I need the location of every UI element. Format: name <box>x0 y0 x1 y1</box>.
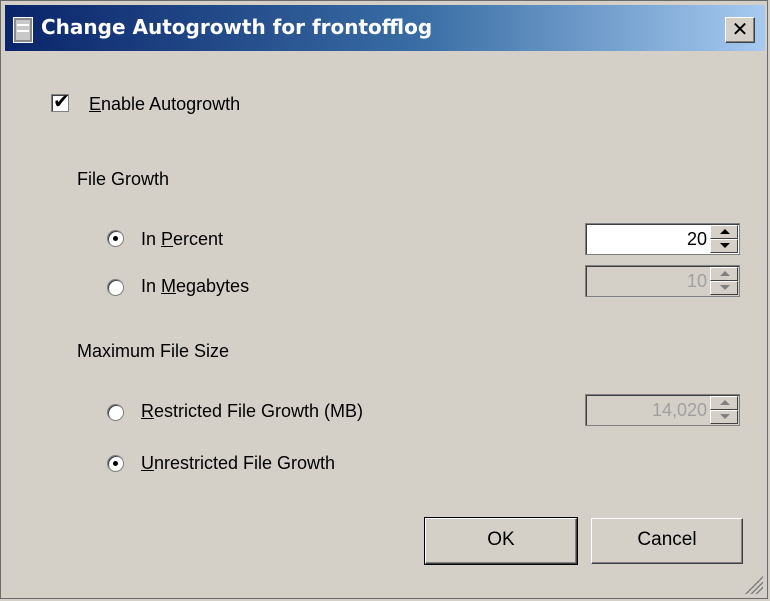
percent-spinner[interactable]: 20 <box>585 223 740 255</box>
in-percent-label[interactable]: In Percent <box>141 229 223 250</box>
window-title: Change Autogrowth for frontofflog <box>41 15 433 39</box>
in-percent-radio[interactable] <box>107 230 124 247</box>
megabytes-value[interactable]: 10 <box>687 271 707 292</box>
in-megabytes-label[interactable]: In Megabytes <box>141 276 249 297</box>
restricted-size-value[interactable]: 14,020 <box>652 400 707 421</box>
in-megabytes-radio[interactable] <box>107 279 124 296</box>
spin-down-icon[interactable] <box>710 410 738 424</box>
percent-value[interactable]: 20 <box>687 229 707 250</box>
database-file-icon <box>13 17 33 43</box>
unrestricted-growth-radio[interactable] <box>107 455 124 472</box>
spin-up-icon[interactable] <box>710 225 738 239</box>
title-bar[interactable]: Change Autogrowth for frontofflog ✕ <box>5 5 765 51</box>
checkmark-icon: ✔ <box>53 89 70 113</box>
spin-down-icon[interactable] <box>710 239 738 253</box>
maximum-file-size-heading: Maximum File Size <box>77 341 230 361</box>
enable-autogrowth-label[interactable]: Enable Autogrowth <box>89 94 240 115</box>
close-icon: ✕ <box>731 17 749 41</box>
spin-up-icon[interactable] <box>710 396 738 410</box>
cancel-button[interactable]: Cancel <box>591 518 743 564</box>
close-button[interactable]: ✕ <box>725 17 755 43</box>
restricted-growth-label[interactable]: Restricted File Growth (MB) <box>141 401 363 422</box>
restricted-size-spinner[interactable]: 14,020 <box>585 394 740 426</box>
spin-down-icon[interactable] <box>710 281 738 295</box>
megabytes-spinner[interactable]: 10 <box>585 265 740 297</box>
restricted-growth-radio[interactable] <box>107 404 124 421</box>
spin-up-icon[interactable] <box>710 267 738 281</box>
enable-autogrowth-checkbox[interactable]: ✔ <box>51 89 70 113</box>
file-growth-heading: File Growth <box>77 169 170 189</box>
resize-grip-icon[interactable] <box>743 574 763 594</box>
autogrowth-dialog: Change Autogrowth for frontofflog ✕ ✔ En… <box>0 0 768 599</box>
ok-button[interactable]: OK <box>424 517 578 565</box>
unrestricted-growth-label[interactable]: Unrestricted File Growth <box>141 453 335 474</box>
